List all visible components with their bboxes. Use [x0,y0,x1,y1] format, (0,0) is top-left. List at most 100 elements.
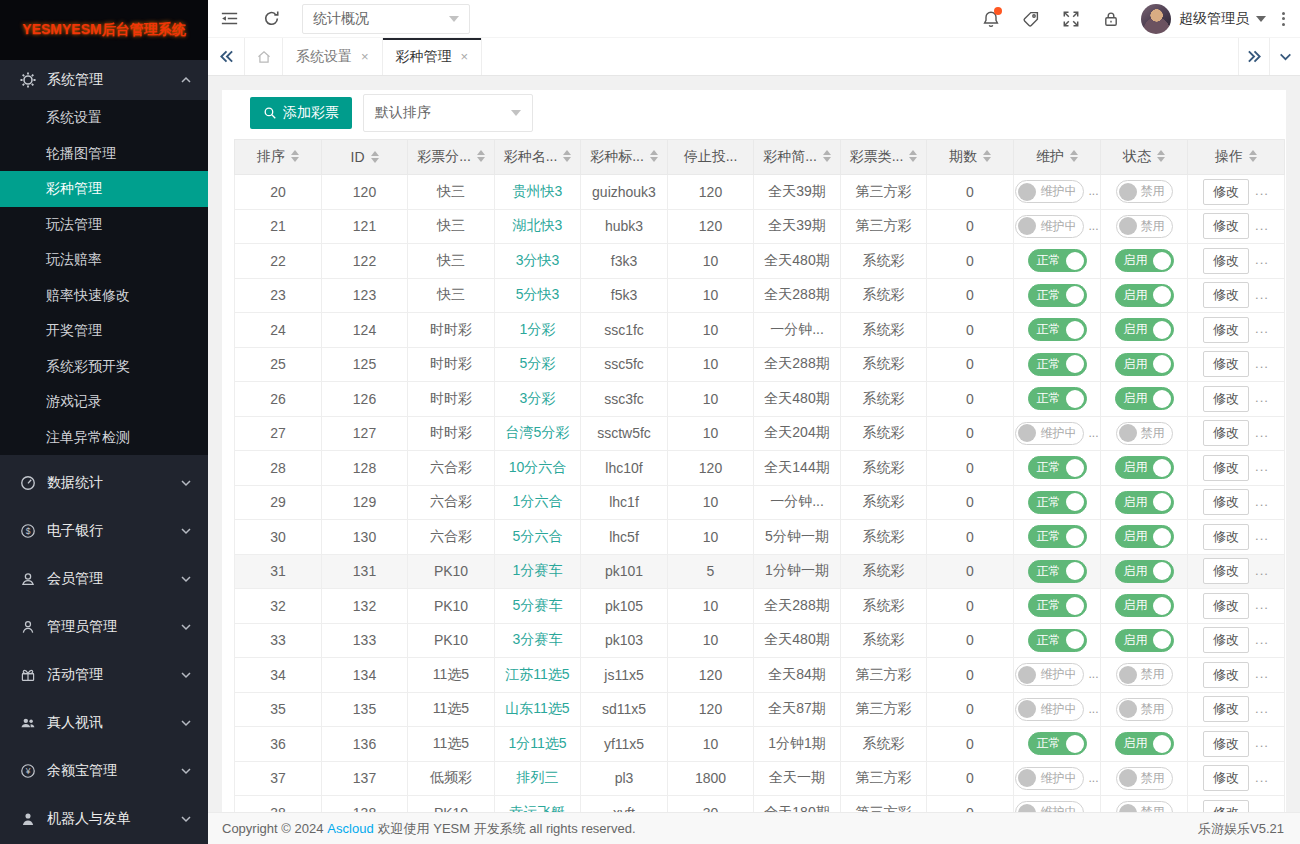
submenu-item[interactable]: 玩法赔率 [0,242,208,278]
more-actions[interactable]: ... [1255,770,1269,785]
sidebar-item-system[interactable]: 系统管理 [0,60,208,100]
edit-button[interactable]: 修改 [1203,765,1249,791]
edit-button[interactable]: 修改 [1203,351,1249,377]
edit-button[interactable]: 修改 [1203,248,1249,274]
maintain-toggle[interactable]: 维护中 [1015,663,1084,686]
maintain-toggle[interactable]: 正常 [1028,491,1087,514]
edit-button[interactable]: 修改 [1203,696,1249,722]
status-toggle[interactable]: 启用 [1115,491,1174,514]
more-actions[interactable]: ... [1255,287,1269,302]
edit-button[interactable]: 修改 [1203,558,1249,584]
submenu-item[interactable]: 玩法管理 [0,207,208,243]
more-actions[interactable]: ... [1255,218,1269,233]
tabs-dropdown-icon[interactable] [1269,38,1300,75]
lottery-name-link[interactable]: 10分六合 [509,459,567,475]
status-toggle[interactable]: 启用 [1115,560,1174,583]
lottery-name-link[interactable]: 山东11选5 [505,700,569,716]
maintain-toggle[interactable]: 维护中 [1015,215,1084,238]
status-toggle[interactable]: 启用 [1115,456,1174,479]
sort-icon[interactable] [1157,150,1165,162]
more-actions[interactable]: ... [1255,701,1269,716]
col-header[interactable]: 停止投... [668,140,754,175]
edit-button[interactable]: 修改 [1203,489,1249,515]
more-actions[interactable]: ... [1255,632,1269,647]
fullscreen-icon[interactable] [1051,0,1091,37]
edit-button[interactable]: 修改 [1203,524,1249,550]
maintain-toggle[interactable]: 正常 [1028,629,1087,652]
sidebar-item-admin[interactable]: 管理员管理 [0,603,208,651]
sidebar-item-robot[interactable]: 机器人与发单 [0,795,208,843]
status-toggle[interactable]: 禁用 [1116,422,1173,445]
more-actions[interactable]: ... [1255,528,1269,543]
maintain-toggle[interactable]: 维护中 [1015,801,1084,812]
user-menu[interactable]: 超级管理员 [1179,10,1266,28]
edit-button[interactable]: 修改 [1203,282,1249,308]
col-header[interactable]: 彩票分... [408,140,495,175]
status-toggle[interactable]: 启用 [1115,318,1174,341]
close-icon[interactable]: × [361,49,369,64]
sort-icon[interactable] [1070,150,1078,162]
more-actions[interactable]: ... [1255,735,1269,750]
sort-icon[interactable] [909,150,917,162]
lottery-name-link[interactable]: 3分赛车 [513,631,563,647]
menu-fold-icon[interactable] [208,0,250,37]
sort-icon[interactable] [650,150,658,162]
avatar[interactable] [1141,4,1171,34]
submenu-item[interactable]: 彩种管理 [0,171,208,207]
col-header[interactable]: 维护 [1014,140,1101,175]
col-header[interactable]: 操作 [1188,140,1285,175]
nav-select[interactable]: 统计概况 [302,4,470,34]
status-toggle[interactable]: 禁用 [1116,698,1173,721]
submenu-item[interactable]: 赔率快速修改 [0,278,208,314]
more-actions[interactable]: ... [1255,425,1269,440]
edit-button[interactable]: 修改 [1203,386,1249,412]
lottery-name-link[interactable]: 幸运飞艇 [510,804,566,812]
submenu-item[interactable]: 注单异常检测 [0,420,208,456]
col-header[interactable]: 彩种标... [581,140,668,175]
more-actions[interactable]: ... [1255,459,1269,474]
sort-icon[interactable] [983,150,991,162]
more-actions[interactable]: ... [1255,597,1269,612]
lottery-name-link[interactable]: 5分彩 [520,355,556,371]
sort-select[interactable]: 默认排序 [363,94,533,132]
col-header[interactable]: 彩票类... [841,140,927,175]
submenu-item[interactable]: 开奖管理 [0,313,208,349]
status-toggle[interactable]: 启用 [1115,387,1174,410]
edit-button[interactable]: 修改 [1203,213,1249,239]
edit-button[interactable]: 修改 [1203,662,1249,688]
status-toggle[interactable]: 禁用 [1116,767,1173,790]
status-toggle[interactable]: 禁用 [1116,215,1173,238]
lottery-name-link[interactable]: 5分快3 [516,286,560,302]
more-actions[interactable]: ... [1255,666,1269,681]
sort-icon[interactable] [563,150,571,162]
col-header[interactable]: 彩种简... [754,140,841,175]
maintain-toggle[interactable]: 维护中 [1015,422,1084,445]
sidebar-item-yuebao[interactable]: ¥余额宝管理 [0,747,208,795]
maintain-toggle[interactable]: 维护中 [1015,767,1084,790]
submenu-item[interactable]: 游戏记录 [0,384,208,420]
home-tab-icon[interactable] [245,38,283,75]
sort-icon[interactable] [1249,150,1257,162]
lottery-name-link[interactable]: 1分六合 [513,493,563,509]
sidebar-item-live[interactable]: 真人视讯 [0,699,208,747]
maintain-toggle[interactable]: 正常 [1028,594,1087,617]
more-actions[interactable]: ... [1255,183,1269,198]
edit-button[interactable]: 修改 [1203,179,1249,205]
footer-link[interactable]: Ascloud [327,821,373,836]
lottery-name-link[interactable]: 1分赛车 [513,562,563,578]
edit-button[interactable]: 修改 [1203,455,1249,481]
lottery-name-link[interactable]: 5分赛车 [513,597,563,613]
col-header[interactable]: ID [322,140,408,175]
maintain-toggle[interactable]: 正常 [1028,387,1087,410]
sidebar-item-member[interactable]: 会员管理 [0,555,208,603]
more-actions[interactable]: ... [1255,390,1269,405]
close-icon[interactable]: × [461,49,469,64]
add-lottery-button[interactable]: 添加彩票 [250,97,352,129]
status-toggle[interactable]: 启用 [1115,594,1174,617]
more-actions[interactable]: ... [1255,804,1269,812]
maintain-toggle[interactable]: 正常 [1028,525,1087,548]
maintain-toggle[interactable]: 正常 [1028,456,1087,479]
sort-icon[interactable] [291,150,299,162]
more-actions[interactable]: ... [1255,252,1269,267]
lottery-name-link[interactable]: 5分六合 [513,528,563,544]
